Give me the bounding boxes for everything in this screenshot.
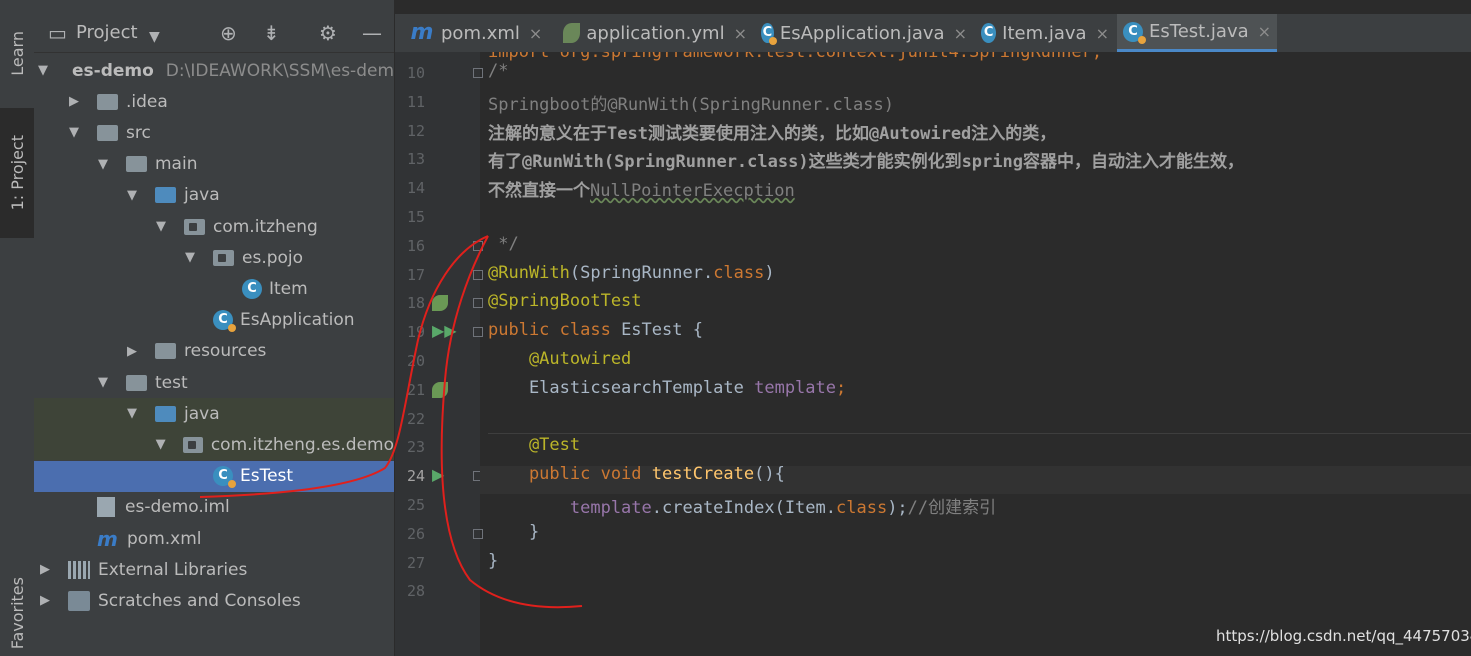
red-annotation-stroke (199, 235, 583, 609)
watermark-text: https://blog.csdn.net/qq_44757034 (1216, 627, 1471, 645)
